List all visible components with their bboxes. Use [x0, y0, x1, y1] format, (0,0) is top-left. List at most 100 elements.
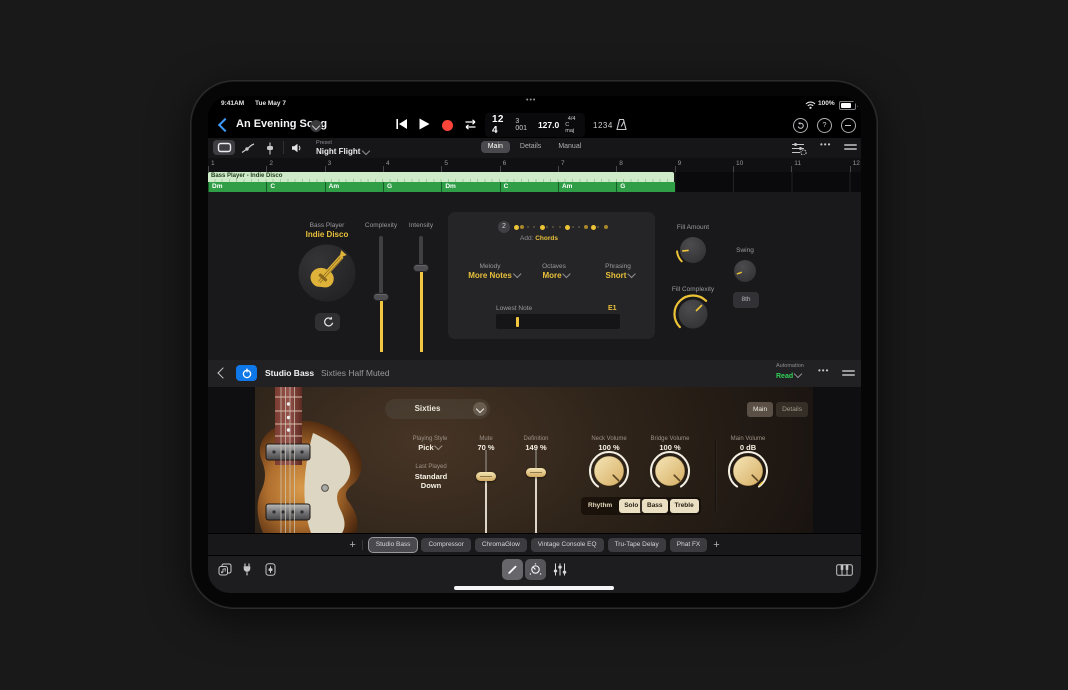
plugin-drag-handle-icon[interactable] [842, 370, 855, 378]
add-plugin-button-end[interactable]: + [713, 539, 719, 551]
chord-cell[interactable]: Dm [208, 182, 266, 192]
fx-divider [362, 540, 363, 550]
editor-tab[interactable]: Main [481, 141, 510, 153]
timeline-ruler[interactable]: 123456789101112 [208, 158, 861, 173]
complexity-slider[interactable] [373, 236, 389, 352]
record-button[interactable] [442, 120, 453, 131]
more-options-button[interactable] [841, 118, 856, 133]
main-volume-knob[interactable] [726, 449, 770, 493]
amp-preset-selector[interactable]: Sixties [385, 399, 490, 419]
knob-edit-button[interactable] [525, 559, 546, 580]
regenerate-button[interactable] [315, 313, 340, 331]
pencil-tool-button[interactable] [502, 559, 523, 580]
phrasing-label: Phrasing [605, 263, 631, 270]
chord-cell[interactable]: G [383, 182, 441, 192]
chord-cell[interactable]: Dm [441, 182, 499, 192]
play-button[interactable] [419, 118, 430, 130]
playing-style-value[interactable]: Pick [418, 443, 441, 452]
ruler-bar: 8 [616, 158, 674, 172]
plugin-name[interactable]: Studio Bass [265, 368, 314, 378]
editor-tab[interactable]: Details [513, 141, 548, 153]
tempo-value: 127.0 [538, 120, 559, 130]
bass-player-title: Bass Player [310, 222, 345, 229]
octaves-value[interactable]: More [542, 271, 569, 280]
region-name: Bass Player - Indie Disco [211, 173, 282, 179]
pattern-section-badge[interactable]: 2 [498, 221, 510, 233]
multitask-dots-icon[interactable]: ••• [526, 97, 536, 104]
bass-player-preset[interactable]: Indie Disco [306, 230, 349, 239]
editor-tab[interactable]: Manual [551, 141, 588, 153]
neck-volume-knob[interactable] [587, 449, 631, 493]
treble-switch-button[interactable]: Treble [670, 499, 699, 513]
back-chevron-icon[interactable] [218, 118, 232, 132]
studio-bass-tab[interactable]: Details [776, 402, 808, 417]
definition-label: Definition [523, 436, 548, 442]
studio-bass-tabs: MainDetails [747, 402, 808, 417]
lowest-note-slider[interactable] [496, 314, 620, 329]
bass-player-region[interactable]: Bass Player - Indie Disco [208, 172, 674, 182]
bottom-toolbar [208, 555, 861, 593]
pattern-dots[interactable] [514, 223, 614, 231]
last-played-label: Last Played [415, 464, 446, 470]
metronome-button[interactable] [615, 118, 628, 131]
chord-cell[interactable]: C [500, 182, 558, 192]
chord-cell[interactable]: G [616, 182, 674, 192]
pattern-dot [552, 226, 554, 228]
drag-handle-icon[interactable] [844, 144, 857, 152]
home-indicator[interactable] [454, 586, 614, 590]
add-plugin-button[interactable]: + [349, 539, 355, 551]
browser-loops-icon[interactable] [218, 563, 232, 576]
help-button[interactable]: ? [817, 118, 832, 133]
plugin-preset-name[interactable]: Sixties Half Muted [321, 368, 390, 378]
fx-slot[interactable]: Phat FX [670, 538, 707, 552]
intensity-label: Intensity [409, 222, 433, 229]
mute-fader[interactable] [476, 450, 496, 533]
mixer-settings-icon[interactable] [791, 142, 807, 155]
plugin-header: Studio Bass Sixties Half Muted Automatio… [208, 360, 861, 388]
battery-icon [839, 101, 856, 111]
fill-complexity-knob[interactable] [670, 291, 716, 337]
rhythm-button[interactable]: Rhythm [583, 499, 617, 513]
fx-slot[interactable]: ChromaGlow [475, 538, 527, 552]
go-to-beginning-button[interactable] [395, 118, 408, 130]
automation-mode[interactable]: Read [776, 371, 801, 380]
plugins-icon[interactable] [241, 563, 253, 576]
fill-amount-knob[interactable] [673, 230, 713, 270]
lcd-display[interactable]: 12 4 3 001 127.0 4/4C maj [485, 113, 585, 137]
neck-volume-label: Neck Volume [591, 436, 626, 442]
fx-slot[interactable]: Vintage Console EQ [531, 538, 604, 552]
intensity-slider[interactable] [413, 236, 429, 352]
mixer-sliders-icon[interactable] [553, 563, 567, 576]
ruler-bar: 12 [850, 158, 861, 172]
chord-cell[interactable]: Am [558, 182, 616, 192]
add-chords-row[interactable]: Add: Chords [520, 235, 558, 242]
fx-slot[interactable]: Compressor [421, 538, 470, 552]
song-title-menu-button[interactable] [310, 120, 322, 132]
chord-cell[interactable]: C [266, 182, 324, 192]
cycle-button[interactable] [463, 119, 478, 130]
melody-value[interactable]: More Notes [468, 271, 520, 280]
phrasing-value[interactable]: Short [606, 271, 635, 280]
editor-tabs: MainDetailsManual [208, 141, 861, 153]
bridge-volume-knob[interactable] [648, 449, 692, 493]
plugin-power-button[interactable] [236, 365, 257, 381]
bass-player-settings-panel: 2 Add: Chords Melody More Notes Octaves … [448, 212, 655, 339]
pattern-dot [527, 226, 529, 228]
swing-grid-button[interactable]: 8th [733, 292, 759, 308]
more-menu-icon[interactable]: ••• [820, 140, 831, 149]
bass-player-icon[interactable] [298, 244, 356, 302]
plugin-back-chevron-icon[interactable] [217, 367, 228, 378]
main-volume-label: Main Volume [731, 436, 766, 442]
definition-fader[interactable] [526, 450, 546, 533]
studio-bass-tab[interactable]: Main [747, 402, 773, 417]
chord-cell[interactable]: Am [325, 182, 383, 192]
undo-button[interactable] [793, 118, 808, 133]
bass-switch-button[interactable]: Bass [642, 499, 668, 513]
fx-slot[interactable]: Tru-Tape Delay [608, 538, 666, 552]
count-in-button[interactable]: 1234 [593, 121, 613, 130]
plugin-more-icon[interactable]: ••• [818, 366, 829, 375]
fx-slot[interactable]: Studio Bass [369, 538, 418, 552]
fader-tile-icon[interactable] [265, 563, 276, 576]
keyboard-icon[interactable] [836, 564, 853, 576]
swing-knob[interactable] [728, 254, 762, 288]
